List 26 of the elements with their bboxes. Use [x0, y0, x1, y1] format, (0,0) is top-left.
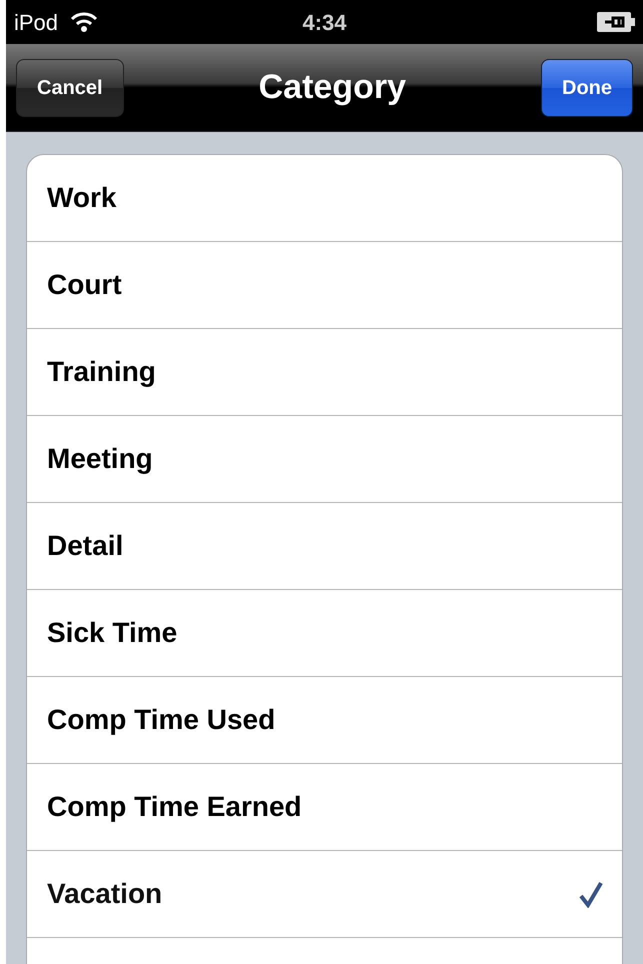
- category-label: Meeting: [47, 442, 153, 476]
- category-label: Court: [47, 268, 122, 302]
- cancel-button[interactable]: Cancel: [16, 58, 124, 116]
- category-label: Sick Time: [47, 616, 178, 650]
- category-label: Detail: [47, 529, 124, 563]
- category-label: Comp Time Earned: [47, 790, 302, 824]
- category-row[interactable]: Comp Time Earned: [27, 764, 622, 851]
- navigation-title: Category: [258, 67, 406, 108]
- battery-charging-icon: [597, 12, 635, 32]
- carrier-name: iPod: [14, 8, 58, 36]
- done-button[interactable]: Done: [541, 58, 633, 116]
- category-row[interactable]: Work: [27, 155, 622, 242]
- category-label: Vacation: [47, 877, 162, 911]
- category-row[interactable]: Detail: [27, 503, 622, 590]
- category-row[interactable]: Meeting: [27, 416, 622, 503]
- category-row[interactable]: Vacation: [27, 851, 622, 938]
- status-time: 4:34: [302, 8, 347, 36]
- wifi-icon: [70, 11, 98, 33]
- category-label: Training: [47, 355, 156, 389]
- category-label: Comp Time Used: [47, 703, 276, 737]
- category-row[interactable]: Training: [27, 329, 622, 416]
- category-row[interactable]: Comp Time Used: [27, 677, 622, 764]
- category-row[interactable]: Sick Time: [27, 590, 622, 677]
- category-row[interactable]: Court: [27, 242, 622, 329]
- checkmark-icon: [578, 880, 604, 908]
- category-label: Work: [47, 181, 116, 215]
